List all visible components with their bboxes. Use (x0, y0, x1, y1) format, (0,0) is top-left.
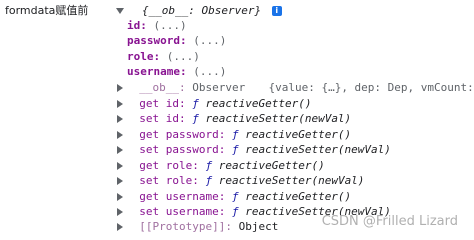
observer-key: __ob__: (139, 81, 186, 94)
expand-arrow-icon[interactable] (117, 146, 123, 154)
log-prefix-label: formdata赋值前 (5, 4, 89, 17)
prototype-value: Object (238, 220, 279, 233)
expand-arrow-icon[interactable] (117, 193, 123, 201)
info-icon[interactable]: i (271, 6, 282, 16)
accessor-label: get id: (139, 97, 186, 110)
accessor-row[interactable]: set role: ƒ reactiveSetter(newVal) (117, 173, 364, 188)
property-row-username: username: (...) (127, 64, 226, 79)
accessor-label: set username: (139, 205, 226, 218)
function-icon: ƒ (205, 159, 213, 172)
accessor-row[interactable]: set id: ƒ reactiveSetter(newVal) (117, 111, 351, 126)
property-value[interactable]: (...) (193, 34, 226, 47)
property-key: username: (127, 65, 187, 78)
function-name: reactiveGetter() (218, 159, 325, 172)
function-icon: ƒ (231, 143, 239, 156)
function-icon: ƒ (192, 112, 199, 125)
property-row-password: password: (...) (127, 33, 226, 48)
expand-arrow-icon[interactable] (117, 131, 123, 139)
accessor-label: get password: (139, 128, 226, 141)
expand-toggle-icon[interactable] (115, 8, 124, 14)
property-key: id: (127, 19, 147, 32)
prototype-row[interactable]: [[Prototype]]: Object (117, 219, 278, 234)
function-icon: ƒ (231, 205, 239, 218)
accessor-row[interactable]: get id: ƒ reactiveGetter() (117, 96, 311, 111)
function-name: reactiveSetter(newVal) (218, 174, 365, 187)
property-value[interactable]: (...) (154, 19, 187, 32)
function-name: reactiveGetter() (245, 190, 352, 203)
expand-arrow-icon[interactable] (117, 177, 123, 185)
accessor-label: set password: (139, 143, 226, 156)
accessor-row[interactable]: get password: ƒ reactiveGetter() (117, 127, 351, 142)
expand-arrow-icon[interactable] (117, 208, 123, 216)
prototype-key: [[Prototype]]: (139, 220, 232, 233)
watermark: CSDN @Frilled Lizard (321, 214, 458, 229)
accessor-label: set id: (139, 112, 186, 125)
function-name: reactiveGetter() (245, 128, 352, 141)
expand-arrow-icon[interactable] (117, 84, 123, 92)
expand-arrow-icon[interactable] (117, 100, 123, 108)
expand-arrow-icon[interactable] (117, 115, 123, 123)
observer-detail: {value: {…}, dep: Dep, vmCount: 0} (268, 81, 474, 94)
function-icon: ƒ (231, 128, 239, 141)
accessor-label: get role: (139, 159, 199, 172)
accessor-row[interactable]: set password: ƒ reactiveSetter(newVal) (117, 142, 391, 157)
function-icon: ƒ (231, 190, 239, 203)
console-log-entry: formdata赋值前 {__ob__: Observer} i (5, 3, 282, 18)
property-value[interactable]: (...) (193, 65, 226, 78)
property-value[interactable]: (...) (167, 50, 200, 63)
function-name: reactiveSetter(newVal) (245, 143, 391, 156)
object-summary[interactable]: {__ob__: Observer} (142, 4, 261, 17)
function-name: reactiveSetter(newVal) (205, 112, 352, 125)
accessor-label: get username: (139, 190, 226, 203)
property-key: role: (127, 50, 161, 63)
function-icon: ƒ (192, 97, 199, 110)
observer-type: Observer (192, 81, 246, 94)
property-row-id: id: (...) (127, 18, 187, 33)
expand-arrow-icon[interactable] (117, 223, 123, 231)
observer-row[interactable]: __ob__: Observer {value: {…}, dep: Dep, … (117, 80, 474, 95)
accessor-row[interactable]: get role: ƒ reactiveGetter() (117, 158, 325, 173)
expand-arrow-icon[interactable] (117, 162, 123, 170)
property-row-role: role: (...) (127, 49, 200, 64)
accessor-row[interactable]: get username: ƒ reactiveGetter() (117, 189, 351, 204)
function-icon: ƒ (205, 174, 213, 187)
function-name: reactiveGetter() (205, 97, 312, 110)
accessor-label: set role: (139, 174, 199, 187)
property-key: password: (127, 34, 187, 47)
